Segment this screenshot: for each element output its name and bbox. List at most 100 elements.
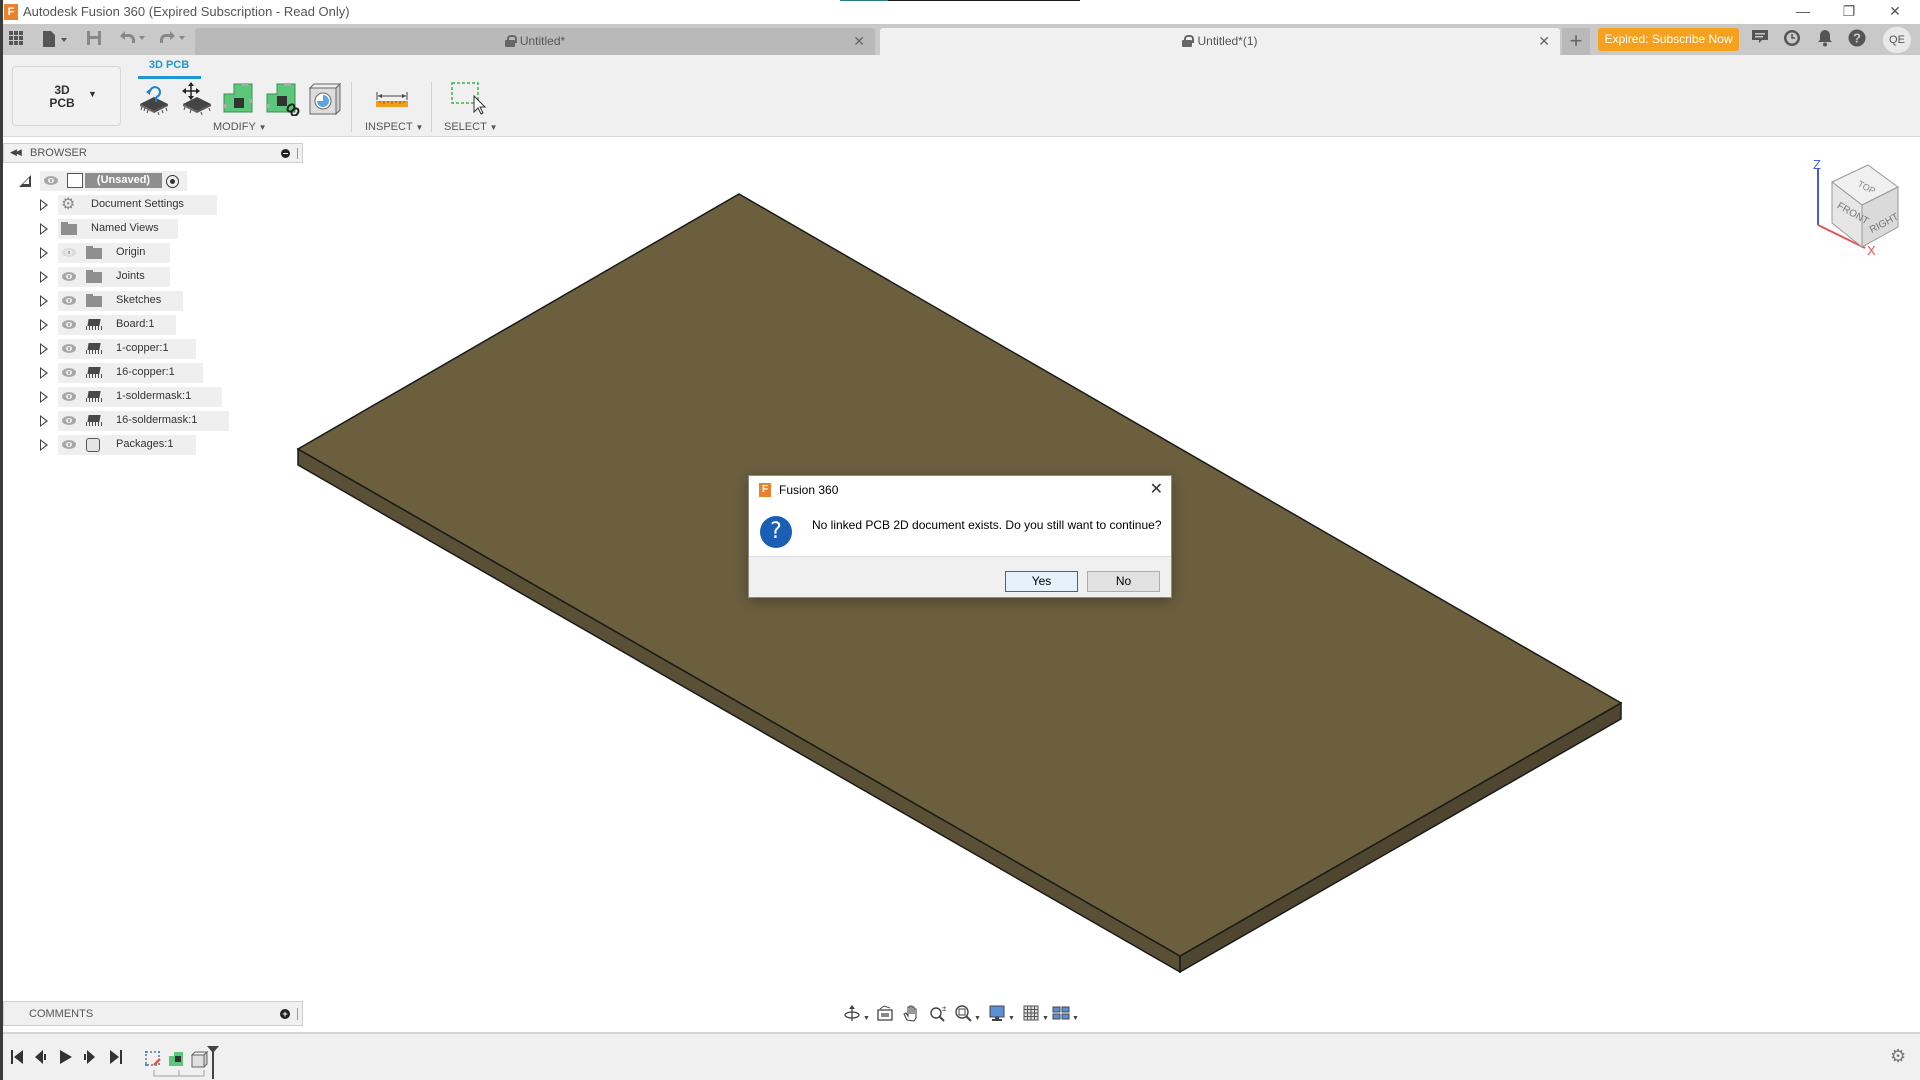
tab-untitled-1[interactable]: Untitled*(1) ✕ [880, 28, 1560, 55]
flip-component-icon[interactable] [136, 82, 172, 116]
undo-button[interactable] [118, 30, 148, 50]
subscribe-now-button[interactable]: Expired: Subscribe Now [1598, 28, 1739, 51]
expand-triangle-icon[interactable] [40, 295, 48, 307]
expand-triangle-icon[interactable] [40, 319, 48, 331]
comments-icon[interactable] [1748, 29, 1772, 51]
redo-icon [160, 31, 185, 43]
browser-item-label: Document Settings [91, 198, 184, 210]
close-tab-icon[interactable]: ✕ [853, 33, 865, 50]
expand-triangle-icon[interactable] [40, 223, 48, 235]
browser-panel-header[interactable]: ◀◀ BROWSER [3, 143, 303, 163]
help-icon[interactable]: ? [1845, 29, 1869, 51]
pan-icon[interactable] [902, 1004, 920, 1024]
file-menu-button[interactable] [40, 30, 70, 50]
no-button[interactable]: No [1087, 571, 1160, 592]
go-to-end-icon[interactable] [110, 1049, 122, 1065]
browser-item[interactable]: 1-soldermask:1 [0, 387, 223, 407]
fit-icon[interactable]: ▼ [954, 1004, 981, 1024]
browser-item[interactable]: ⚙ Document Settings [0, 195, 220, 215]
select-menu[interactable]: SELECT ▼ [444, 121, 498, 133]
zoom-icon[interactable]: ± [928, 1004, 948, 1024]
comments-panel[interactable]: COMMENTS + [3, 1001, 303, 1026]
folder-icon [86, 294, 102, 307]
notifications-icon[interactable] [1813, 29, 1837, 51]
tab-3d-pcb[interactable]: 3D PCB [138, 59, 200, 71]
push-to-2d-pcb-icon[interactable] [221, 82, 257, 116]
expand-triangle-icon[interactable] [40, 415, 48, 427]
browser-item[interactable]: 1-copper:1 [0, 339, 220, 359]
step-back-icon[interactable] [35, 1049, 47, 1065]
visibility-eye-icon[interactable] [62, 392, 76, 401]
browser-item[interactable]: Board:1 [0, 315, 220, 335]
timeline-settings-gear-icon[interactable]: ⚙ [1890, 1046, 1906, 1067]
browser-item[interactable]: Joints [0, 267, 220, 287]
sketch-feature-icon[interactable] [145, 1051, 161, 1066]
body-feature-icon[interactable] [190, 1050, 209, 1069]
visibility-eye-icon[interactable] [62, 344, 76, 353]
visibility-eye-icon[interactable] [62, 296, 76, 305]
panel-minimize-icon[interactable] [281, 149, 290, 158]
look-at-icon[interactable] [876, 1004, 894, 1024]
expand-triangle-icon[interactable] [40, 343, 48, 355]
close-window-button[interactable]: ✕ [1872, 0, 1918, 22]
minimize-button[interactable]: — [1780, 0, 1826, 22]
browser-item[interactable]: 16-copper:1 [0, 363, 220, 383]
browser-item[interactable]: Sketches [0, 291, 220, 311]
window-select-icon[interactable] [450, 82, 490, 116]
close-tab-icon[interactable]: ✕ [1538, 33, 1550, 50]
expand-triangle-icon[interactable] [40, 199, 48, 211]
browser-item[interactable]: Origin [0, 243, 220, 263]
file-icon [43, 31, 67, 47]
panel-resize-grip[interactable] [297, 148, 299, 159]
user-avatar[interactable]: QE [1883, 27, 1911, 53]
grid-icon[interactable]: ▼ [1022, 1004, 1049, 1024]
panel-resize-grip[interactable] [297, 1008, 299, 1020]
viewports-icon[interactable]: ▼ [1052, 1004, 1079, 1024]
browser-item[interactable]: Packages:1 [0, 435, 220, 455]
browser-item[interactable]: Named Views [0, 219, 220, 239]
visibility-eye-icon[interactable] [62, 368, 76, 377]
workspace-switcher[interactable]: 3D PCB ▼ [12, 66, 121, 126]
restore-button[interactable]: ❐ [1826, 0, 1872, 22]
go-to-start-icon[interactable] [11, 1049, 23, 1065]
view-cube[interactable]: Z X TOP FRONT RIGHT [1810, 155, 1910, 255]
timeline-marker[interactable] [207, 1046, 219, 1079]
visibility-eye-icon[interactable] [62, 320, 76, 329]
pcb-feature-icon[interactable] [169, 1052, 183, 1066]
move-component-icon[interactable] [179, 82, 215, 116]
save-button[interactable] [86, 30, 102, 50]
expand-triangle-icon[interactable] [40, 271, 48, 283]
play-icon[interactable] [60, 1049, 72, 1065]
modify-menu[interactable]: MODIFY ▼ [213, 121, 267, 133]
add-comment-icon[interactable]: + [280, 1009, 290, 1019]
measure-icon[interactable] [373, 82, 413, 116]
yes-button[interactable]: Yes [1005, 571, 1078, 592]
activate-radio-icon[interactable] [166, 175, 179, 188]
visibility-eye-icon[interactable] [62, 440, 76, 449]
visibility-eye-icon[interactable] [44, 176, 58, 185]
collapse-triangle-icon[interactable] [19, 175, 31, 187]
new-tab-button[interactable]: + [1562, 28, 1590, 55]
job-status-icon[interactable] [1780, 29, 1804, 51]
visibility-eye-icon[interactable] [62, 272, 76, 281]
expand-triangle-icon[interactable] [40, 439, 48, 451]
expand-triangle-icon[interactable] [40, 391, 48, 403]
package-icon[interactable] [306, 82, 342, 116]
redo-button[interactable] [158, 30, 188, 50]
dialog-close-button[interactable]: ✕ [1150, 479, 1163, 499]
expand-triangle-icon[interactable] [40, 247, 48, 259]
browser-item[interactable]: 16-soldermask:1 [0, 411, 229, 431]
collapse-panel-icon[interactable]: ◀◀ [10, 147, 22, 158]
hidden-eye-icon[interactable] [62, 248, 76, 257]
tab-untitled[interactable]: Untitled* ✕ [195, 28, 875, 55]
orbit-icon[interactable]: ▼ [843, 1004, 870, 1024]
inspect-menu[interactable]: INSPECT ▼ [365, 121, 423, 133]
expand-triangle-icon[interactable] [40, 367, 48, 379]
link-2d-pcb-icon[interactable] [264, 82, 300, 117]
data-panel-grid-icon[interactable] [7, 30, 25, 50]
step-forward-icon[interactable] [84, 1049, 96, 1065]
visibility-eye-icon[interactable] [62, 416, 76, 425]
browser-root-node[interactable]: (Unsaved) [0, 171, 200, 191]
timeline-group-bracket [153, 1070, 205, 1077]
display-settings-icon[interactable]: ▼ [988, 1004, 1015, 1024]
